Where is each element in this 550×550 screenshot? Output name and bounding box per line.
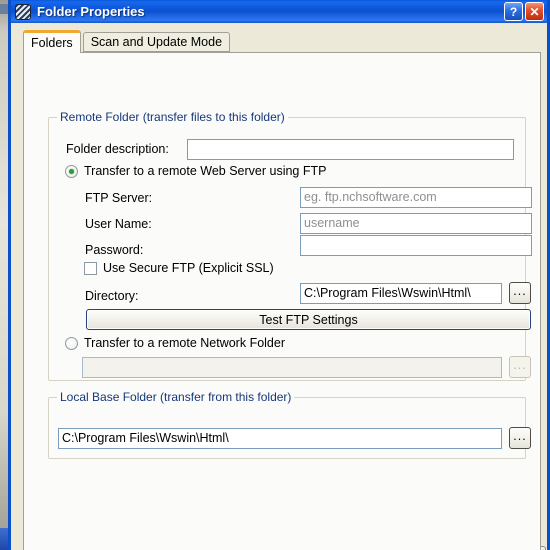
help-button[interactable]: ? xyxy=(504,2,523,21)
network-folder-browse-button[interactable]: ... xyxy=(509,356,531,378)
tab-scan-and-update-mode[interactable]: Scan and Update Mode xyxy=(82,32,231,52)
checkbox-use-secure-ftp[interactable]: Use Secure FTP (Explicit SSL) xyxy=(84,261,274,275)
screen: Folder Properties ? ✕ Folders Scan and U… xyxy=(0,0,550,550)
app-icon xyxy=(15,3,31,20)
dialog-client-area: Folders Scan and Update Mode Remote Fold… xyxy=(14,23,546,550)
local-base-folder-input[interactable]: C:\Program Files\Wswin\Html\ xyxy=(58,428,502,449)
window-title: Folder Properties xyxy=(37,4,145,19)
desktop-background-sliver xyxy=(0,0,8,550)
user-name-label: User Name: xyxy=(85,217,152,231)
checkbox-use-secure-ftp-indicator xyxy=(84,261,97,275)
tab-folders[interactable]: Folders xyxy=(23,30,81,53)
user-name-input[interactable]: username xyxy=(300,213,532,234)
radio-transfer-ftp[interactable]: Transfer to a remote Web Server using FT… xyxy=(65,164,326,178)
radio-transfer-ftp-label: Transfer to a remote Web Server using FT… xyxy=(84,164,327,178)
ftp-server-label: FTP Server: xyxy=(85,191,153,205)
local-base-folder-legend: Local Base Folder (transfer from this fo… xyxy=(57,390,295,404)
directory-label: Directory: xyxy=(85,289,139,303)
close-button[interactable]: ✕ xyxy=(525,2,544,21)
tab-panel-folders: Remote Folder (transfer files to this fo… xyxy=(23,52,541,550)
tab-strip: Folders Scan and Update Mode xyxy=(23,30,231,53)
network-folder-input[interactable] xyxy=(82,357,502,378)
radio-transfer-network-folder-indicator xyxy=(65,336,78,350)
radio-transfer-network-folder[interactable]: Transfer to a remote Network Folder xyxy=(65,336,285,350)
radio-transfer-network-folder-label: Transfer to a remote Network Folder xyxy=(84,336,285,350)
local-base-folder-browse-button[interactable]: ... xyxy=(509,427,531,449)
password-input[interactable] xyxy=(300,235,532,256)
title-bar[interactable]: Folder Properties ? ✕ xyxy=(11,0,547,23)
folder-properties-window: Folder Properties ? ✕ Folders Scan and U… xyxy=(8,0,550,550)
test-ftp-settings-button[interactable]: Test FTP Settings xyxy=(86,309,531,330)
taskbar-sliver xyxy=(0,528,8,550)
folder-description-input[interactable] xyxy=(187,139,514,160)
checkbox-use-secure-ftp-label: Use Secure FTP (Explicit SSL) xyxy=(103,261,274,275)
radio-transfer-ftp-indicator xyxy=(65,164,78,178)
ftp-server-input[interactable]: eg. ftp.nchsoftware.com xyxy=(300,187,532,208)
directory-browse-button[interactable]: ... xyxy=(509,282,531,304)
title-bar-buttons: ? ✕ xyxy=(504,2,544,21)
password-label: Password: xyxy=(85,243,144,257)
folder-description-label: Folder description: xyxy=(66,142,169,156)
remote-folder-legend: Remote Folder (transfer files to this fo… xyxy=(57,110,288,124)
directory-input[interactable]: C:\Program Files\Wswin\Html\ xyxy=(300,283,502,304)
background-icon xyxy=(0,4,8,14)
